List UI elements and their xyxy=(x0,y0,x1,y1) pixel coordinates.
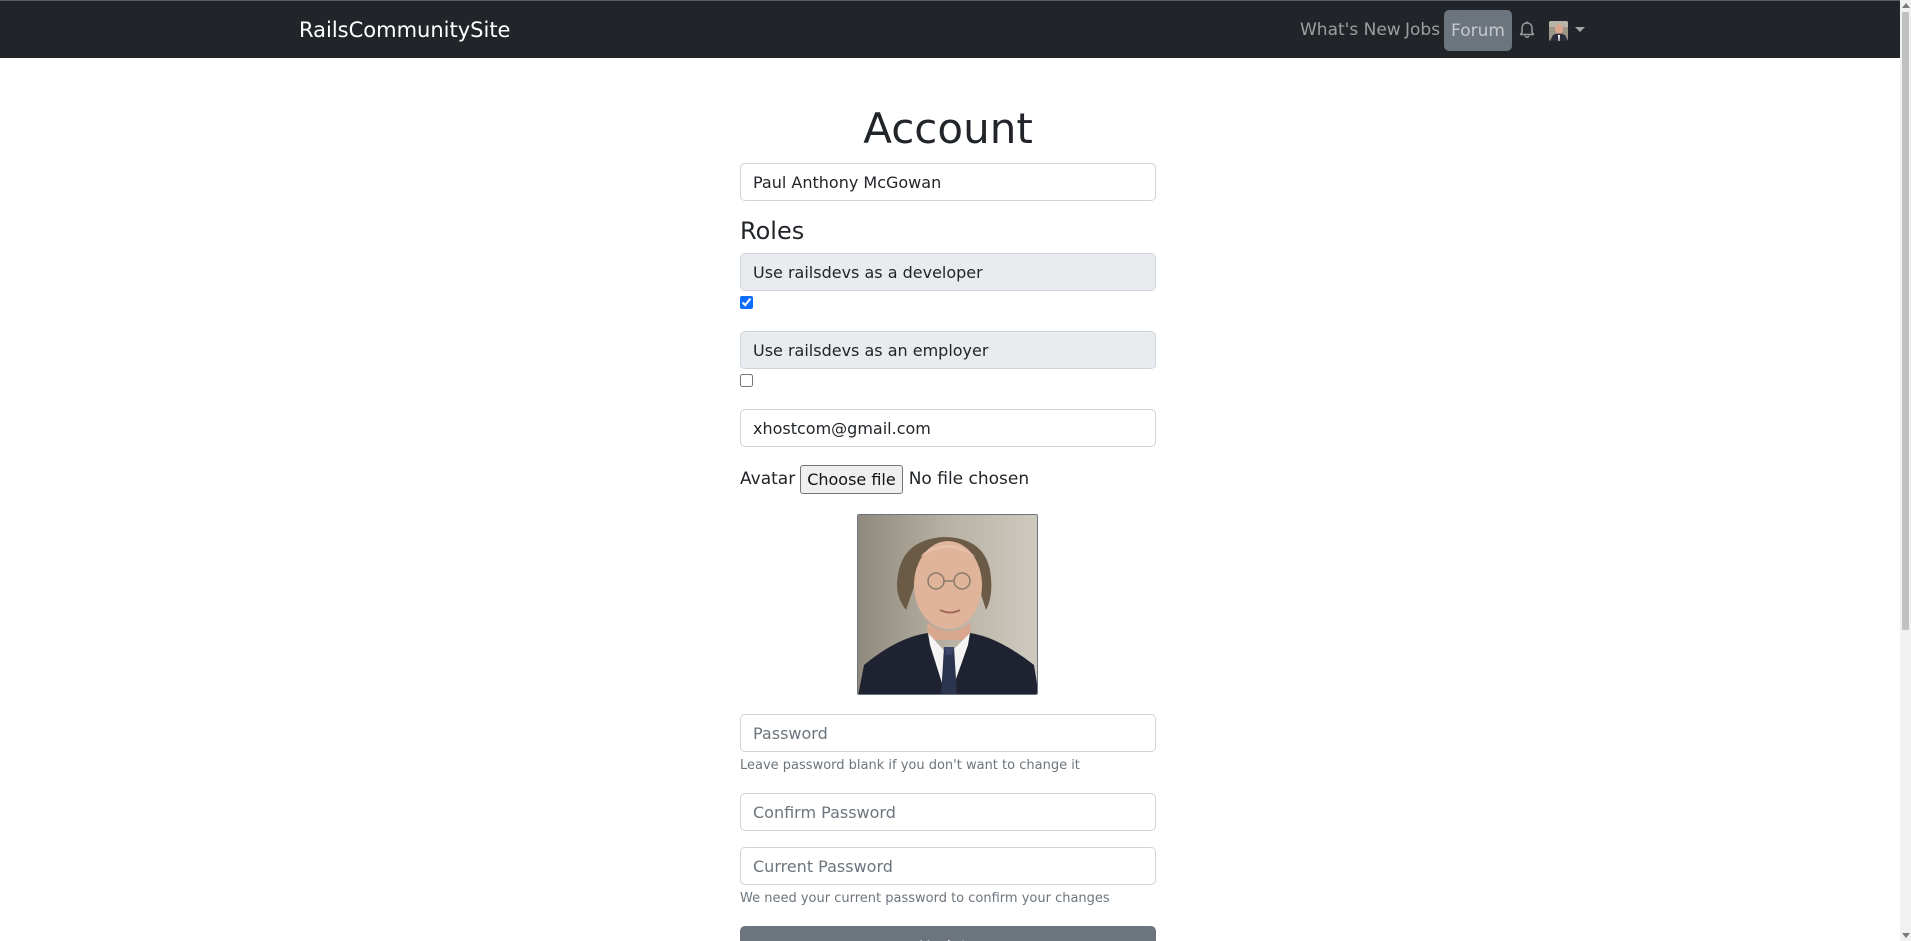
role-label-developer: Use railsdevs as a developer xyxy=(740,253,1156,291)
nav-link-whats-new[interactable]: What's New xyxy=(1300,20,1401,40)
avatar-label: Avatar xyxy=(740,469,796,489)
update-account-button[interactable]: Update xyxy=(740,926,1156,941)
choose-file-button[interactable]: Choose file xyxy=(800,464,903,494)
developer-role-checkbox[interactable] xyxy=(740,296,753,309)
email-field[interactable] xyxy=(740,409,1156,447)
nav-link-forum[interactable]: Forum xyxy=(1444,10,1512,51)
current-password-help-text: We need your current password to confirm… xyxy=(740,891,1110,906)
roles-heading: Roles xyxy=(740,217,805,245)
avatar-upload: Avatar Choose file No file chosen xyxy=(740,464,1029,494)
page-title: Account xyxy=(863,104,1033,153)
password-help-text: Leave password blank if you don't want t… xyxy=(740,758,1080,773)
caret-down-icon[interactable] xyxy=(1575,27,1585,32)
avatar-image xyxy=(857,514,1038,695)
nav-link-jobs[interactable]: Jobs xyxy=(1405,20,1440,40)
password-field[interactable] xyxy=(740,714,1156,752)
name-field[interactable] xyxy=(740,163,1156,201)
page: RailsCommunitySite What's New Jobs Forum xyxy=(0,0,1911,941)
file-status: No file chosen xyxy=(908,469,1030,489)
confirm-password-field[interactable] xyxy=(740,793,1156,831)
page-scrollbar[interactable] xyxy=(1900,0,1911,941)
top-navbar: RailsCommunitySite What's New Jobs Forum xyxy=(0,0,1900,58)
scroll-up-arrow-icon[interactable] xyxy=(1902,3,1910,8)
bell-icon[interactable] xyxy=(1518,20,1536,40)
current-password-field[interactable] xyxy=(740,847,1156,885)
scroll-down-arrow-icon[interactable] xyxy=(1902,933,1910,938)
brand-link[interactable]: RailsCommunitySite xyxy=(299,18,510,42)
role-label-employer: Use railsdevs as an employer xyxy=(740,331,1156,369)
scrollbar-thumb[interactable] xyxy=(1902,12,1909,630)
employer-role-checkbox[interactable] xyxy=(740,374,753,387)
user-avatar-icon[interactable] xyxy=(1549,21,1568,41)
